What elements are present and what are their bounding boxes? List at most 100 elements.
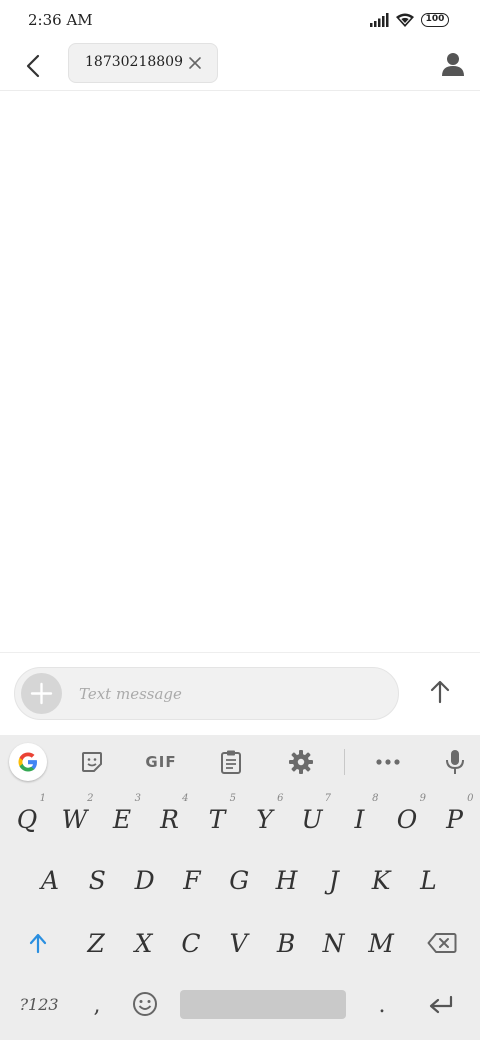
app-bar: 18730218809 bbox=[0, 40, 480, 91]
gear-icon bbox=[289, 750, 313, 774]
more-button[interactable] bbox=[371, 746, 405, 778]
recipient-number: 18730218809 bbox=[85, 54, 183, 70]
key-hint: 0 bbox=[467, 793, 474, 804]
key-label: U bbox=[301, 805, 323, 834]
key-hint: 4 bbox=[182, 793, 189, 804]
key-k[interactable]: K bbox=[359, 855, 403, 907]
key-hint: 6 bbox=[277, 793, 284, 804]
key-label: C bbox=[181, 929, 201, 958]
key-h[interactable]: H bbox=[265, 855, 309, 907]
sticker-icon bbox=[82, 752, 102, 772]
voice-input-button[interactable] bbox=[438, 746, 472, 778]
emoji-key[interactable] bbox=[127, 985, 163, 1023]
clipboard-icon bbox=[221, 750, 241, 774]
key-y[interactable]: Y6 bbox=[243, 793, 287, 846]
key-label: B bbox=[276, 929, 296, 958]
key-v[interactable]: V bbox=[217, 918, 261, 970]
key-label: N bbox=[322, 929, 345, 958]
key-e[interactable]: E3 bbox=[100, 793, 144, 846]
key-label: O bbox=[396, 805, 418, 834]
key-i[interactable]: I8 bbox=[338, 793, 382, 846]
space-key[interactable] bbox=[180, 990, 346, 1019]
key-x[interactable]: X bbox=[122, 918, 166, 970]
key-label: F bbox=[183, 866, 201, 895]
person-icon[interactable] bbox=[438, 50, 468, 80]
wifi-icon bbox=[396, 13, 414, 27]
compose-divider bbox=[0, 652, 480, 653]
key-hint: 7 bbox=[324, 793, 331, 804]
period-key[interactable]: . bbox=[365, 984, 399, 1026]
key-f[interactable]: F bbox=[170, 855, 214, 907]
key-label: T bbox=[208, 805, 226, 834]
comma-key[interactable]: , bbox=[80, 984, 114, 1026]
key-u[interactable]: U7 bbox=[290, 793, 334, 846]
key-label: D bbox=[134, 866, 155, 895]
key-l[interactable]: L bbox=[406, 855, 450, 907]
attach-button[interactable] bbox=[21, 673, 62, 714]
key-t[interactable]: T5 bbox=[195, 793, 239, 846]
symbols-key-label: ?123 bbox=[19, 994, 59, 1014]
key-r[interactable]: R4 bbox=[148, 793, 192, 846]
key-n[interactable]: N bbox=[312, 918, 356, 970]
key-label: K bbox=[371, 866, 391, 895]
close-icon[interactable] bbox=[185, 53, 205, 73]
key-b[interactable]: B bbox=[264, 918, 308, 970]
key-label: V bbox=[229, 929, 248, 958]
key-o[interactable]: O9 bbox=[385, 793, 429, 846]
keyboard-toolbar: GIF bbox=[0, 735, 480, 789]
key-p[interactable]: P0 bbox=[433, 793, 477, 846]
battery-indicator: 100 bbox=[421, 13, 449, 27]
key-s[interactable]: S bbox=[75, 855, 119, 907]
key-hint: 1 bbox=[39, 793, 46, 804]
key-m[interactable]: M bbox=[359, 918, 403, 970]
key-label: L bbox=[420, 866, 437, 895]
arrow-up-icon[interactable] bbox=[422, 674, 458, 710]
key-label: X bbox=[134, 929, 153, 958]
toolbar-separator bbox=[344, 749, 345, 775]
keyboard: G I F ?123 , . Q 1 W 2 E 3 R 4 T 5 Y 6 U 7… bbox=[0, 735, 480, 1040]
key-label: I bbox=[354, 805, 365, 834]
key-label: P bbox=[446, 805, 463, 834]
backspace-icon bbox=[427, 933, 457, 953]
enter-icon bbox=[429, 995, 453, 1014]
recipient-chip[interactable]: 18730218809 bbox=[68, 43, 218, 83]
settings-button[interactable] bbox=[284, 746, 318, 778]
google-icon[interactable] bbox=[9, 743, 47, 781]
key-q[interactable]: Q1 bbox=[5, 793, 49, 846]
message-input[interactable] bbox=[79, 682, 379, 706]
key-a[interactable]: A bbox=[28, 855, 72, 907]
key-j[interactable]: J bbox=[312, 855, 356, 907]
key-label: Z bbox=[87, 929, 105, 958]
gif-button[interactable]: GIF bbox=[140, 746, 182, 778]
key-hint: 3 bbox=[134, 793, 141, 804]
key-label: R bbox=[160, 805, 179, 834]
key-hint: 8 bbox=[372, 793, 379, 804]
period-key-label: . bbox=[378, 992, 386, 1018]
key-label: G bbox=[229, 866, 250, 895]
compose-field[interactable] bbox=[14, 667, 399, 720]
enter-key[interactable] bbox=[422, 987, 460, 1023]
key-d[interactable]: D bbox=[123, 855, 167, 907]
status-time: 2:36 AM bbox=[28, 11, 93, 29]
key-label: S bbox=[88, 866, 106, 895]
key-label: A bbox=[40, 866, 60, 895]
sticker-button[interactable] bbox=[75, 746, 109, 778]
key-label: J bbox=[328, 866, 339, 895]
clipboard-button[interactable] bbox=[214, 746, 248, 778]
key-c[interactable]: C bbox=[169, 918, 213, 970]
key-label: M bbox=[368, 929, 394, 958]
key-label: E bbox=[112, 805, 132, 834]
shift-key[interactable] bbox=[18, 919, 58, 967]
mic-icon bbox=[446, 750, 464, 774]
key-w[interactable]: W2 bbox=[53, 793, 97, 846]
shift-icon bbox=[29, 933, 47, 954]
emoji-icon bbox=[133, 992, 157, 1016]
key-label: Y bbox=[256, 805, 273, 834]
key-hint: 2 bbox=[87, 793, 94, 804]
symbols-key[interactable]: ?123 bbox=[14, 984, 64, 1024]
key-g[interactable]: G bbox=[217, 855, 261, 907]
comma-key-label: , bbox=[93, 992, 101, 1018]
back-arrow-icon[interactable] bbox=[18, 50, 50, 82]
key-z[interactable]: Z bbox=[74, 918, 118, 970]
backspace-key[interactable] bbox=[420, 919, 464, 967]
